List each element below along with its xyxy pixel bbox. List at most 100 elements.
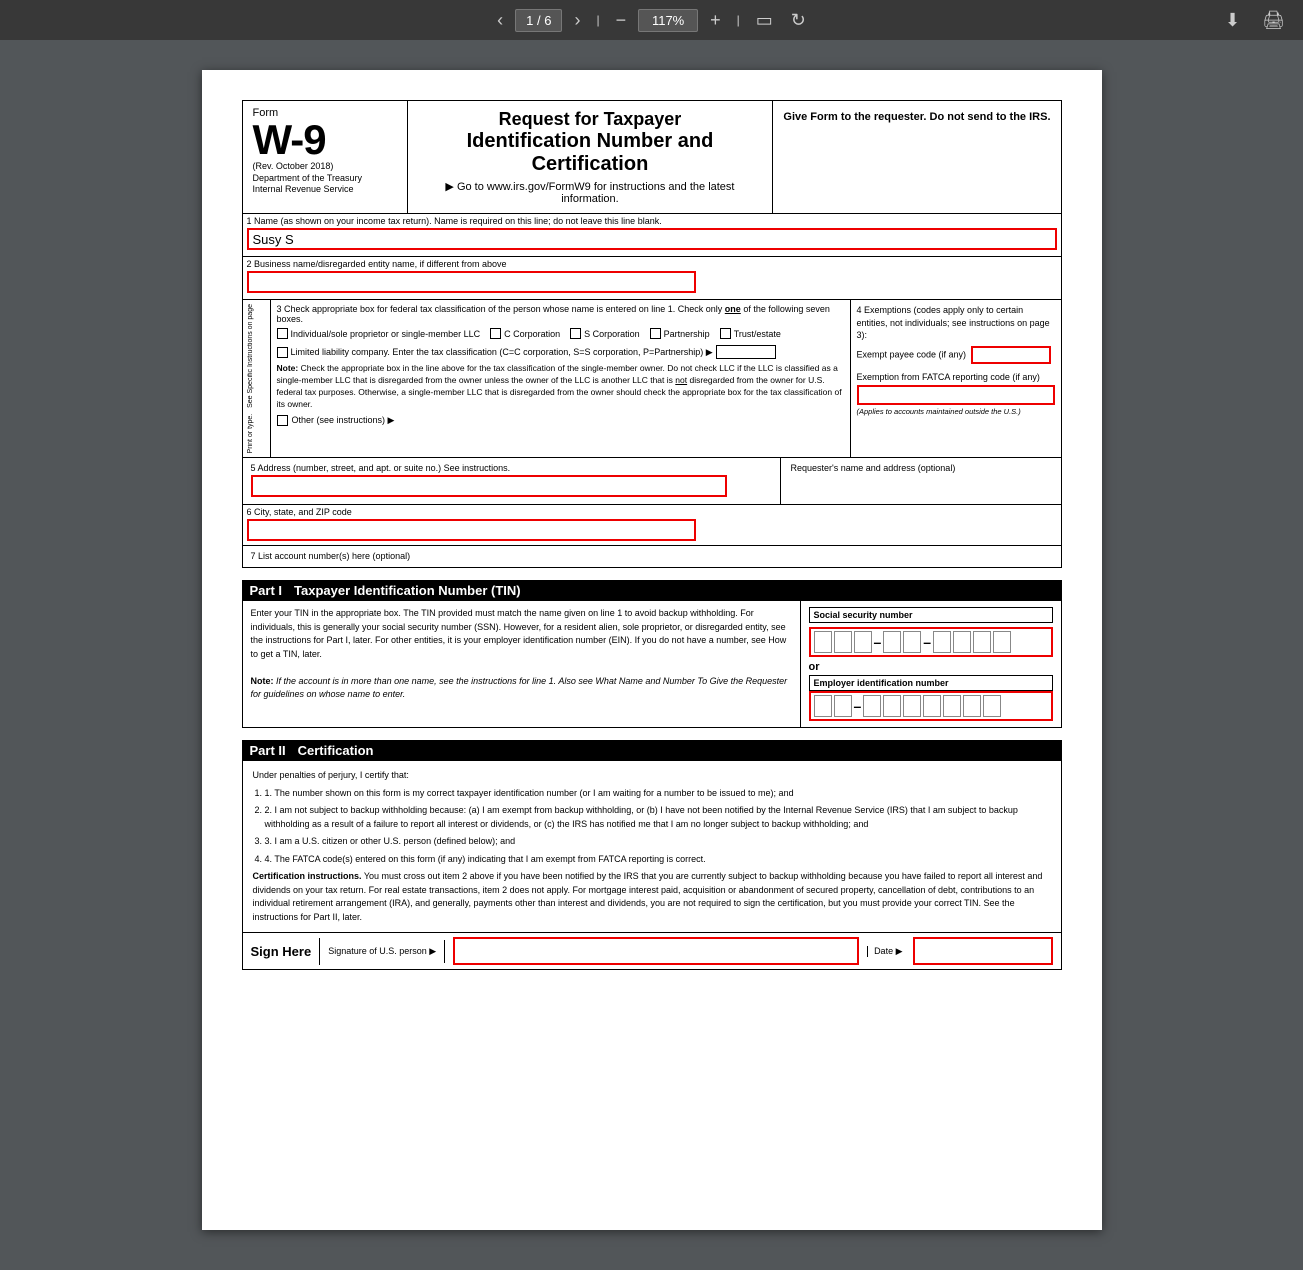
ssn-cell-1[interactable] [814,631,832,653]
cert-under: Under penalties of perjury, I certify th… [253,769,1051,783]
form-number: W-9 [253,119,397,161]
zoom-in-button[interactable]: + [704,8,727,33]
certification-content: Under penalties of perjury, I certify th… [242,761,1062,933]
line2-input[interactable] [247,271,697,293]
part1-title: Taxpayer Identification Number (TIN) [294,583,521,598]
date-input[interactable] [913,937,1053,965]
line1-input[interactable] [247,228,1057,250]
cert-item-3: 3. I am a U.S. citizen or other U.S. per… [265,835,1051,849]
llc-row: Limited liability company. Enter the tax… [277,345,844,359]
page-wrapper: Form W-9 (Rev. October 2018) Department … [0,40,1303,1270]
tax-class-section: Print or type. See Specific Instructions… [242,300,1062,458]
toolbar: ‹ 1 / 6 › | − 117% + | ▭ ↻ ⬇ 🖨 [0,0,1303,40]
individual-label: Individual/sole proprietor or single-mem… [291,329,481,339]
partnership-label: Partnership [664,329,710,339]
form-id-block: Form W-9 (Rev. October 2018) Department … [243,101,408,213]
tin-note-text: If the account is in more than one name,… [251,676,788,700]
ein-cell-8[interactable] [963,695,981,717]
ssn-dash-2: – [923,634,931,650]
cert-item-4: 4. The FATCA code(s) entered on this for… [265,853,1051,867]
llc-label: Limited liability company. Enter the tax… [291,347,713,358]
c-corp-label: C Corporation [504,329,560,339]
ssn-cell-5[interactable] [903,631,921,653]
ein-cell-6[interactable] [923,695,941,717]
tin-input-block: Social security number – – or Employer i… [801,601,1061,727]
next-page-button[interactable]: › [568,8,586,33]
ein-dash: – [854,698,862,714]
cert-item-2: 2. I am not subject to backup withholdin… [265,804,1051,831]
page-indicator: 1 / 6 [515,9,562,32]
cert-list: 1. The number shown on this form is my c… [265,787,1051,867]
exempt-payee-input[interactable] [971,346,1051,364]
tin-note: Note: If the account is in more than one… [251,675,792,702]
cert-inst-text: You must cross out item 2 above if you h… [253,871,1043,922]
partnership-checkbox[interactable] [650,328,661,339]
ssn-cell-3[interactable] [854,631,872,653]
ssn-cell-8[interactable] [973,631,991,653]
ein-cell-1[interactable] [814,695,832,717]
ssn-cell-7[interactable] [953,631,971,653]
s-corp-checkbox[interactable] [570,328,581,339]
exempt-payee-text: Exempt payee code (if any) [857,349,967,359]
line7-section: 7 List account number(s) here (optional) [242,546,1062,568]
total-pages: 6 [544,13,551,28]
trust-checkbox[interactable] [720,328,731,339]
tin-instructions: Enter your TIN in the appropriate box. T… [251,607,792,661]
s-corp-label: S Corporation [584,329,640,339]
form-title-block: Request for Taxpayer Identification Numb… [408,101,774,213]
tin-section: Enter your TIN in the appropriate box. T… [242,601,1062,728]
llc-text-input[interactable] [716,345,776,359]
part2-number: Part II [250,743,286,758]
ein-cell-9[interactable] [983,695,1001,717]
other-checkbox[interactable] [277,415,288,426]
signature-input[interactable] [453,937,859,965]
line5-section: 5 Address (number, street, and apt. or s… [242,458,1062,505]
part1-number: Part I [250,583,283,598]
trust-checkbox-item: Trust/estate [720,328,781,339]
ein-cell-7[interactable] [943,695,961,717]
toolbar-right: ⬇ 🖨 [1219,8,1291,33]
ssn-cell-9[interactable] [993,631,1011,653]
line5-input[interactable] [251,475,727,497]
ssn-cell-2[interactable] [834,631,852,653]
individual-checkbox[interactable] [277,328,288,339]
partnership-checkbox-item: Partnership [650,328,710,339]
ein-cell-3[interactable] [863,695,881,717]
line1-label: 1 Name (as shown on your income tax retu… [243,214,1061,226]
ssn-cell-6[interactable] [933,631,951,653]
ein-cell-2[interactable] [834,695,852,717]
cert-instructions: Certification instructions. You must cro… [253,870,1051,924]
form-page: Form W-9 (Rev. October 2018) Department … [202,70,1102,1230]
tax-class-main: 3 Check appropriate box for federal tax … [271,300,851,457]
ein-input-group: – [809,691,1053,721]
cert-inst-label: Certification instructions. [253,871,362,881]
ein-cell-5[interactable] [903,695,921,717]
note-not: not [675,375,687,385]
ein-cell-4[interactable] [883,695,901,717]
individual-checkbox-item: Individual/sole proprietor or single-mem… [277,328,481,339]
ssn-dash-1: – [874,634,882,650]
exempt-payee-label: Exempt payee code (if any) [857,346,1055,364]
form-give-block: Give Form to the requester. Do not send … [773,101,1060,213]
ssn-cell-4[interactable] [883,631,901,653]
other-label: Other (see instructions) ▶ [292,415,395,426]
llc-checkbox[interactable] [277,347,288,358]
zoom-out-button[interactable]: − [610,8,633,33]
rotate-button[interactable]: ↻ [785,8,812,33]
zoom-level: 117% [638,9,698,32]
print-button[interactable]: 🖨 [1256,8,1291,33]
prev-page-button[interactable]: ‹ [491,8,509,33]
form-rev-date: (Rev. October 2018) Department of the Tr… [253,161,397,196]
note-label: Note: [277,363,299,373]
download-button[interactable]: ⬇ [1219,8,1246,33]
part1-header: Part I Taxpayer Identification Number (T… [242,580,1062,601]
c-corp-checkbox[interactable] [490,328,501,339]
line6-input[interactable] [247,519,697,541]
fatca-input[interactable] [857,385,1055,405]
sign-section: Sign Here Signature of U.S. person ▶ Dat… [242,933,1062,970]
checkbox-row: Individual/sole proprietor or single-mem… [277,328,844,339]
date-label: Date ▶ [867,946,908,957]
line5-label: 5 Address (number, street, and apt. or s… [247,461,776,473]
ein-label: Employer identification number [809,675,1053,691]
fit-page-button[interactable]: ▭ [750,8,779,33]
